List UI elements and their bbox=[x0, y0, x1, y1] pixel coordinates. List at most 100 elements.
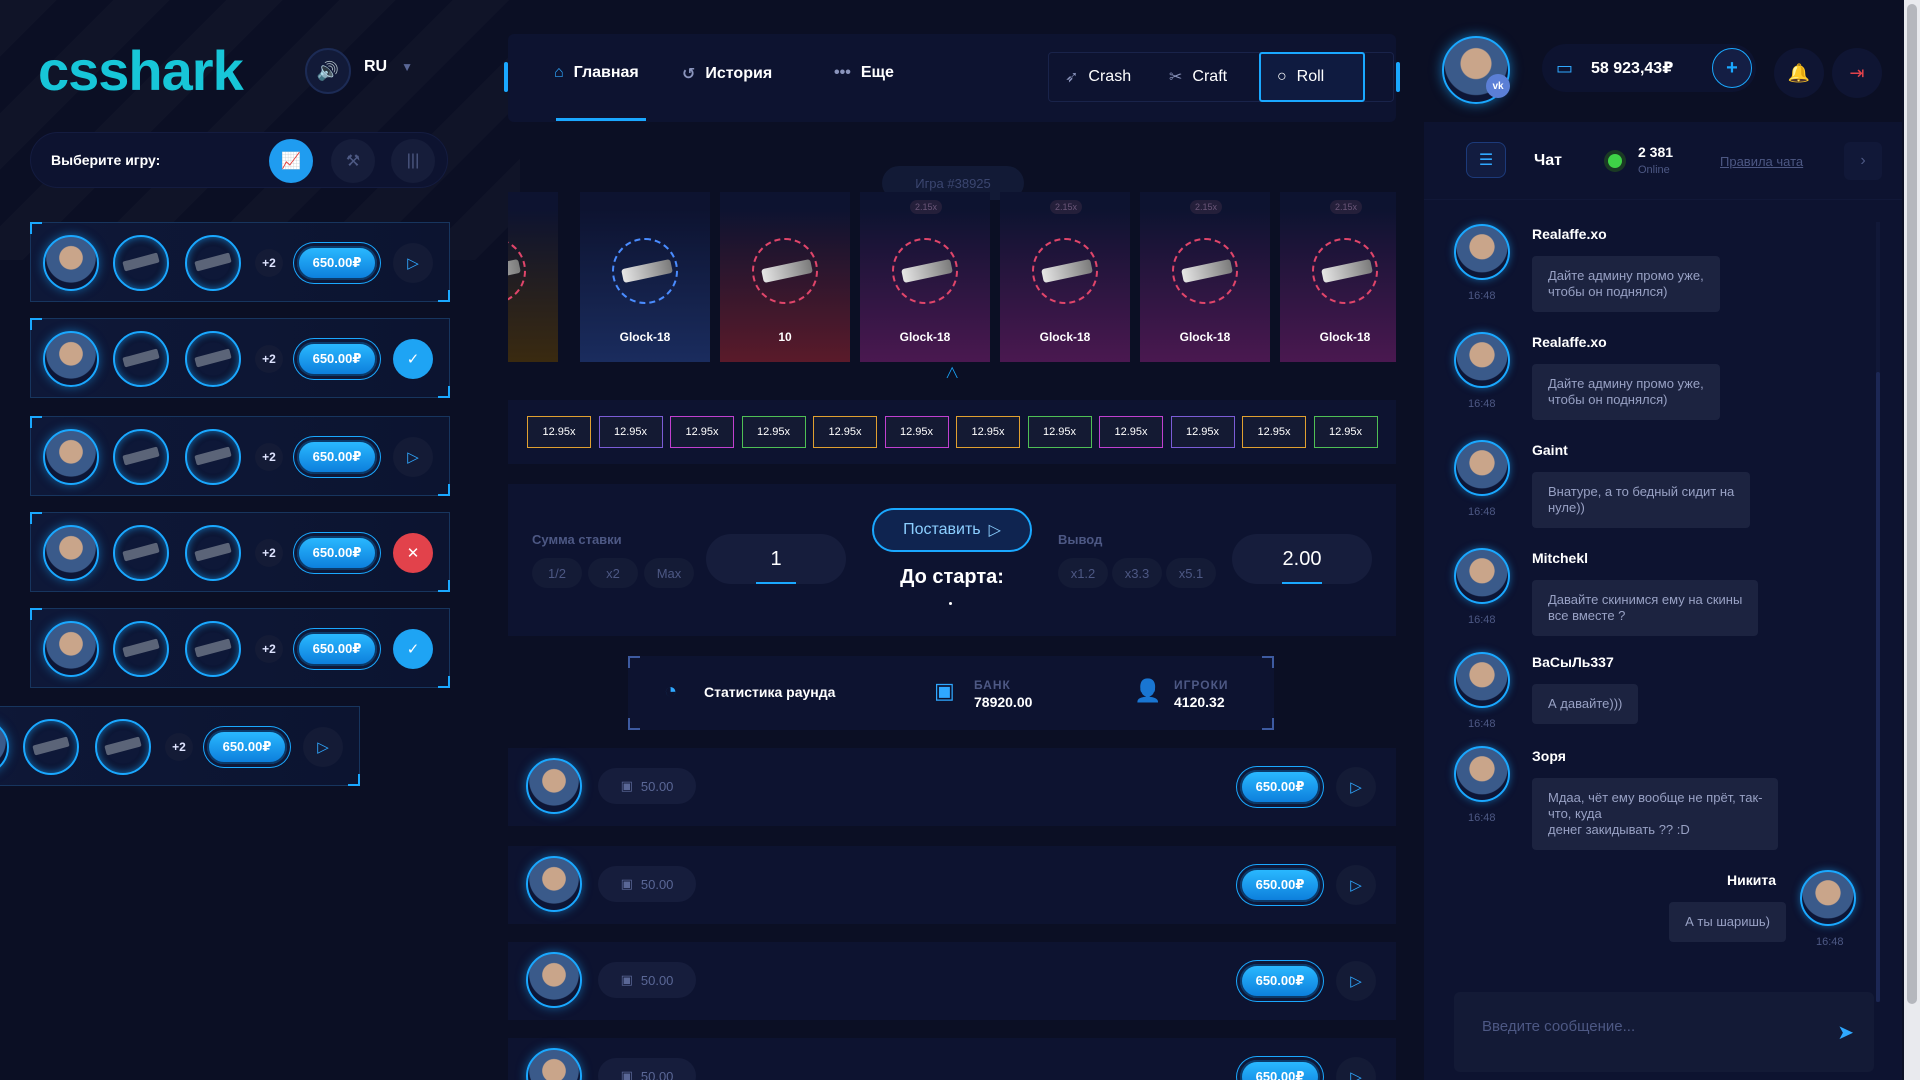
weapon-image bbox=[1172, 238, 1238, 304]
message-author[interactable]: Mitchekl bbox=[1532, 550, 1588, 566]
bet-action-button[interactable]: ✕ bbox=[393, 533, 433, 573]
player-action-button[interactable]: ▷ bbox=[1336, 865, 1376, 905]
chat-rules-link[interactable]: Правила чата bbox=[1720, 154, 1803, 169]
avatar[interactable] bbox=[0, 719, 9, 775]
message-author[interactable]: Realaffe.xo bbox=[1532, 334, 1607, 350]
mode-crash-label: Crash bbox=[1088, 68, 1132, 85]
avatar[interactable] bbox=[526, 856, 582, 912]
chat-title: Чат bbox=[1534, 152, 1562, 169]
message-bubble: А ты шаришь) bbox=[1669, 902, 1786, 942]
stake-max-button[interactable]: Max bbox=[644, 558, 694, 588]
game-select-bar: Выберите игру: 📈 ⚒ ||| bbox=[30, 132, 448, 188]
avatar[interactable] bbox=[1454, 746, 1510, 802]
message-bubble: Дайте админу промо уже, чтобы он поднялся… bbox=[1532, 364, 1720, 420]
message-text: А давайте))) bbox=[1548, 696, 1623, 711]
weapon-image bbox=[752, 238, 818, 304]
nav-history[interactable]: ↺ История bbox=[682, 64, 772, 84]
bet-action-button[interactable]: ✓ bbox=[393, 629, 433, 669]
skin-item bbox=[95, 719, 151, 775]
send-icon[interactable]: ➤ bbox=[1837, 1020, 1854, 1045]
vk-badge: vk bbox=[1486, 74, 1510, 98]
item-name: Glock-18 bbox=[1039, 330, 1091, 344]
cashout-label: Вывод bbox=[1058, 532, 1103, 547]
notifications-button[interactable]: 🔔 bbox=[1774, 48, 1824, 98]
online-count: 2 381 bbox=[1638, 144, 1674, 160]
avatar[interactable] bbox=[526, 758, 582, 814]
balance-value: 58 923,43₽ bbox=[1591, 60, 1674, 77]
avatar[interactable] bbox=[43, 525, 99, 581]
player-action-button[interactable]: ▷ bbox=[1336, 961, 1376, 1001]
mode-craft[interactable]: ✂ Craft bbox=[1153, 53, 1243, 101]
logout-button[interactable]: ⇥ bbox=[1832, 48, 1882, 98]
mode-roll-label: Roll bbox=[1296, 68, 1325, 85]
deposit-button[interactable]: + bbox=[1712, 48, 1752, 88]
avatar[interactable] bbox=[1454, 440, 1510, 496]
message-author[interactable]: Зоря bbox=[1532, 748, 1566, 764]
skin-item bbox=[185, 429, 241, 485]
game-chart-button[interactable]: 📈 bbox=[269, 139, 313, 183]
multiplier-chip: 12.95x bbox=[598, 416, 663, 448]
page-scrollbar-thumb[interactable] bbox=[1907, 4, 1917, 1004]
round-stats: ◔ Статистика раунда ▣ БАНК 78920.00 👤 ИГ… bbox=[628, 656, 1274, 730]
multiplier-chip: 12.95x bbox=[741, 416, 806, 448]
cashout-input[interactable]: 2.00 bbox=[1232, 534, 1372, 584]
online-label: Online bbox=[1638, 164, 1670, 176]
game-hammer-button[interactable]: ⚒ bbox=[331, 139, 375, 183]
message-author[interactable]: Gaint bbox=[1532, 442, 1568, 458]
avatar[interactable] bbox=[1454, 652, 1510, 708]
avatar[interactable] bbox=[43, 235, 99, 291]
chat-input[interactable]: Введите сообщение... ➤ bbox=[1454, 992, 1874, 1072]
avatar[interactable] bbox=[43, 331, 99, 387]
avatar[interactable] bbox=[1454, 548, 1510, 604]
bet-amount: 650.00₽ bbox=[297, 536, 377, 570]
stake-input[interactable]: 1 bbox=[706, 534, 846, 584]
bank-icon: ▣ bbox=[620, 778, 633, 793]
message-author[interactable]: ВаСыЛь337 bbox=[1532, 654, 1614, 670]
avatar[interactable] bbox=[1454, 332, 1510, 388]
nav-more[interactable]: ••• Еще bbox=[834, 64, 894, 82]
bet-card: +2 650.00₽ ✕ bbox=[30, 512, 450, 592]
bell-icon: 🔔 bbox=[1787, 62, 1811, 83]
game-bars-button[interactable]: ||| bbox=[391, 139, 435, 183]
chat-scrollbar-thumb[interactable] bbox=[1876, 372, 1880, 1002]
avatar[interactable] bbox=[1800, 870, 1856, 926]
bet-card: +2 650.00₽ ▷ bbox=[0, 706, 360, 786]
item-name: 10 bbox=[778, 330, 792, 344]
avatar[interactable] bbox=[526, 1048, 582, 1080]
multiplier-chip: 12.95x bbox=[1313, 416, 1378, 448]
stake-double-button[interactable]: x2 bbox=[588, 558, 638, 588]
sound-button[interactable]: 🔊 bbox=[305, 48, 351, 94]
language-select[interactable]: RU ▼ bbox=[364, 58, 413, 76]
bet-action-button[interactable]: ▷ bbox=[303, 727, 343, 767]
bet-action-button[interactable]: ✓ bbox=[393, 339, 433, 379]
player-action-button[interactable]: ▷ bbox=[1336, 767, 1376, 807]
bet-action-button[interactable]: ▷ bbox=[393, 437, 433, 477]
speaker-icon: 🔊 bbox=[316, 60, 340, 81]
nav-home[interactable]: ⌂ Главная bbox=[554, 64, 639, 82]
skin-item bbox=[23, 719, 79, 775]
extra-items-badge: +2 bbox=[255, 345, 283, 373]
roll-item-card: Glock-18 bbox=[580, 192, 710, 362]
mode-roll[interactable]: ○ Roll bbox=[1259, 52, 1365, 102]
avatar[interactable] bbox=[43, 621, 99, 677]
logo[interactable]: csshark bbox=[38, 38, 244, 103]
bet-amount: 650.00₽ bbox=[297, 342, 377, 376]
message-text: все вместе ? bbox=[1548, 608, 1626, 623]
place-bet-button[interactable]: Поставить ▷ bbox=[872, 508, 1032, 552]
weapon-image bbox=[1312, 238, 1378, 304]
chat-collapse-button[interactable]: › bbox=[1844, 142, 1882, 180]
player-action-button[interactable]: ▷ bbox=[1336, 1057, 1376, 1080]
chat-header: ☰ Чат 2 381 Online Правила чата › bbox=[1424, 122, 1902, 200]
play-icon: ▷ bbox=[407, 255, 419, 272]
mode-crash[interactable]: ➶ Crash bbox=[1049, 53, 1147, 101]
cashout-x1-2-button[interactable]: x1.2 bbox=[1058, 558, 1108, 588]
avatar[interactable] bbox=[43, 429, 99, 485]
avatar[interactable] bbox=[526, 952, 582, 1008]
cashout-x5-1-button[interactable]: x5.1 bbox=[1166, 558, 1216, 588]
bet-action-button[interactable]: ▷ bbox=[393, 243, 433, 283]
message-author[interactable]: Realaffe.xo bbox=[1532, 226, 1607, 242]
avatar[interactable] bbox=[1454, 224, 1510, 280]
cashout-x3-3-button[interactable]: x3.3 bbox=[1112, 558, 1162, 588]
message-author[interactable]: Никита bbox=[1727, 872, 1776, 888]
stake-half-button[interactable]: 1/2 bbox=[532, 558, 582, 588]
